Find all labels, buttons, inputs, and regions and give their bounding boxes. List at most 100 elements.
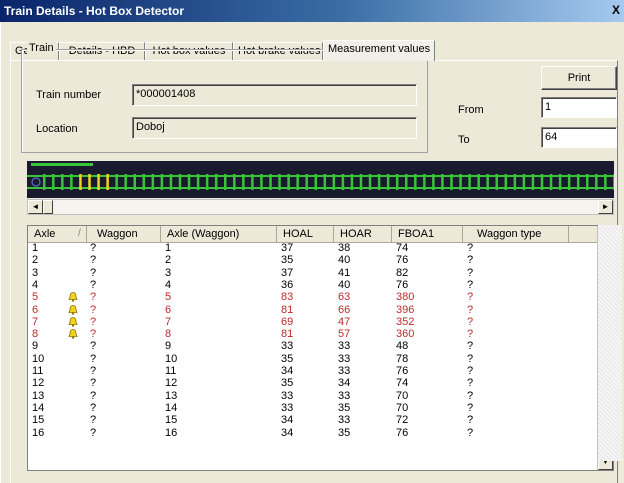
col-hoal[interactable]: HOAL xyxy=(277,226,334,243)
cell-waggon: ? xyxy=(90,328,97,341)
cell-axle-waggon: 4 xyxy=(165,278,172,291)
close-icon[interactable]: X xyxy=(610,3,622,17)
cell-hoal: 37 xyxy=(281,266,294,279)
table-row[interactable]: 13? 13 33 33 70? xyxy=(28,389,598,402)
cell-fboa1: 74 xyxy=(396,242,409,254)
cell-fboa1: 76 xyxy=(396,365,409,377)
axle-mark xyxy=(296,174,299,190)
to-input[interactable]: 64 xyxy=(541,127,617,148)
col-axle-waggon[interactable]: Axle (Waggon) xyxy=(161,226,277,243)
cell-fboa1: 72 xyxy=(396,414,409,427)
table-row[interactable]: 14? 14 33 35 70? xyxy=(28,401,598,414)
cell-axle-waggon: 2 xyxy=(165,254,172,267)
table-row[interactable]: 8? 8 81 57 360? xyxy=(28,328,598,341)
col-hoar[interactable]: HOAR xyxy=(334,226,392,243)
axle-mark xyxy=(613,174,614,190)
cell-type: ? xyxy=(467,401,474,414)
cell-hoal: 33 xyxy=(281,389,294,402)
measurement-table[interactable]: Axle / Waggon Axle (Waggon) HOAL HOAR FB… xyxy=(27,225,614,471)
table-row[interactable]: 16? 16 34 35 76? xyxy=(28,426,598,439)
cell-waggon: ? xyxy=(90,303,97,316)
cell-type: ? xyxy=(467,315,474,328)
axle-mark xyxy=(604,174,607,190)
cell-axle-waggon: 9 xyxy=(165,340,172,353)
cell-hoal: 34 xyxy=(281,365,294,377)
axle-mark xyxy=(169,174,173,190)
table-row[interactable]: 3? 3 37 41 82? xyxy=(28,266,598,279)
cell-hoar: 33 xyxy=(338,352,351,365)
axle-mark xyxy=(558,174,562,190)
table-row[interactable]: 6? 6 81 66 396? xyxy=(28,303,598,316)
cell-axle: 11 xyxy=(32,365,44,377)
axle-mark xyxy=(133,174,136,190)
axle-mark xyxy=(287,174,290,190)
cell-axle: 2 xyxy=(32,254,39,267)
cell-hoar: 35 xyxy=(338,426,351,439)
cell-type: ? xyxy=(467,377,474,390)
axle-mark xyxy=(278,174,281,190)
from-input[interactable]: 1 xyxy=(541,97,617,118)
col-waggon-type[interactable]: Waggon type xyxy=(463,226,569,243)
cell-hoar: 38 xyxy=(338,242,351,254)
cell-fboa1: 380 xyxy=(396,291,415,304)
cell-axle-waggon: 12 xyxy=(165,377,178,390)
cell-hoar: 40 xyxy=(338,278,351,291)
table-row[interactable]: 4? 4 36 40 76? xyxy=(28,278,598,291)
table-row[interactable]: 12? 12 35 34 74? xyxy=(28,377,598,390)
train-axle-strip[interactable] xyxy=(27,161,614,198)
axle-mark xyxy=(43,174,46,190)
cell-waggon: ? xyxy=(90,315,97,328)
cell-axle: 7 xyxy=(32,315,39,328)
cell-type: ? xyxy=(467,328,474,341)
cell-fboa1: 74 xyxy=(396,377,409,390)
cell-axle-waggon: 3 xyxy=(165,266,172,279)
table-row[interactable]: 10? 10 35 33 78? xyxy=(28,352,598,365)
cell-hoar: 33 xyxy=(338,365,351,377)
table-row[interactable]: 15? 15 34 33 72? xyxy=(28,414,598,427)
cell-hoar: 33 xyxy=(338,414,351,427)
print-button[interactable]: Print xyxy=(541,66,617,90)
strip-horizontal-scrollbar[interactable]: ◄ ► xyxy=(27,199,614,215)
table-row[interactable]: 2? 2 35 40 76? xyxy=(28,254,598,267)
horizontal-scroll-thumb[interactable] xyxy=(43,200,53,214)
table-row[interactable]: 11? 11 34 33 76? xyxy=(28,365,598,377)
cell-axle: 14 xyxy=(32,401,45,414)
window-title: Train Details - Hot Box Detector xyxy=(4,4,185,18)
cell-axle: 9 xyxy=(32,340,39,353)
cell-type: ? xyxy=(467,254,474,267)
table-row[interactable]: 7? 7 69 47 352? xyxy=(28,315,598,328)
table-row[interactable]: 5? 5 83 63 380? xyxy=(28,291,598,304)
axle-mark xyxy=(251,174,254,190)
cell-waggon: ? xyxy=(90,365,97,377)
alarm-bell-icon xyxy=(68,329,78,339)
scroll-left-button[interactable]: ◄ xyxy=(28,200,43,214)
cell-hoal: 35 xyxy=(281,377,294,390)
axle-mark xyxy=(242,174,245,190)
table-row[interactable]: 9? 9 33 33 48? xyxy=(28,340,598,353)
cell-waggon: ? xyxy=(90,278,97,291)
axle-mark xyxy=(314,174,317,190)
col-waggon[interactable]: Waggon xyxy=(87,226,161,243)
cell-axle-waggon: 6 xyxy=(165,303,172,316)
cell-hoal: 33 xyxy=(281,340,294,353)
cell-hoal: 35 xyxy=(281,352,294,365)
axle-mark xyxy=(522,174,526,190)
cell-type: ? xyxy=(467,352,474,365)
tab-measurement-values[interactable]: Measurement values xyxy=(323,40,435,61)
cell-hoar: 33 xyxy=(338,340,351,353)
table-row[interactable]: 1? 1 37 38 74? xyxy=(28,242,598,254)
cell-type: ? xyxy=(467,365,474,377)
col-axle[interactable]: Axle / xyxy=(28,226,87,243)
axle-mark xyxy=(61,174,64,190)
cell-hoal: 37 xyxy=(281,242,294,254)
cell-hoal: 34 xyxy=(281,414,294,427)
scroll-right-button[interactable]: ► xyxy=(598,200,613,214)
cell-fboa1: 70 xyxy=(396,401,409,414)
axle-mark xyxy=(350,174,354,190)
cell-waggon: ? xyxy=(90,414,97,427)
axle-mark xyxy=(459,174,462,190)
col-fboa1[interactable]: FBOA1 xyxy=(392,226,463,243)
axle-mark xyxy=(386,174,390,190)
axle-mark xyxy=(160,174,164,190)
cell-axle-waggon: 16 xyxy=(165,426,178,439)
